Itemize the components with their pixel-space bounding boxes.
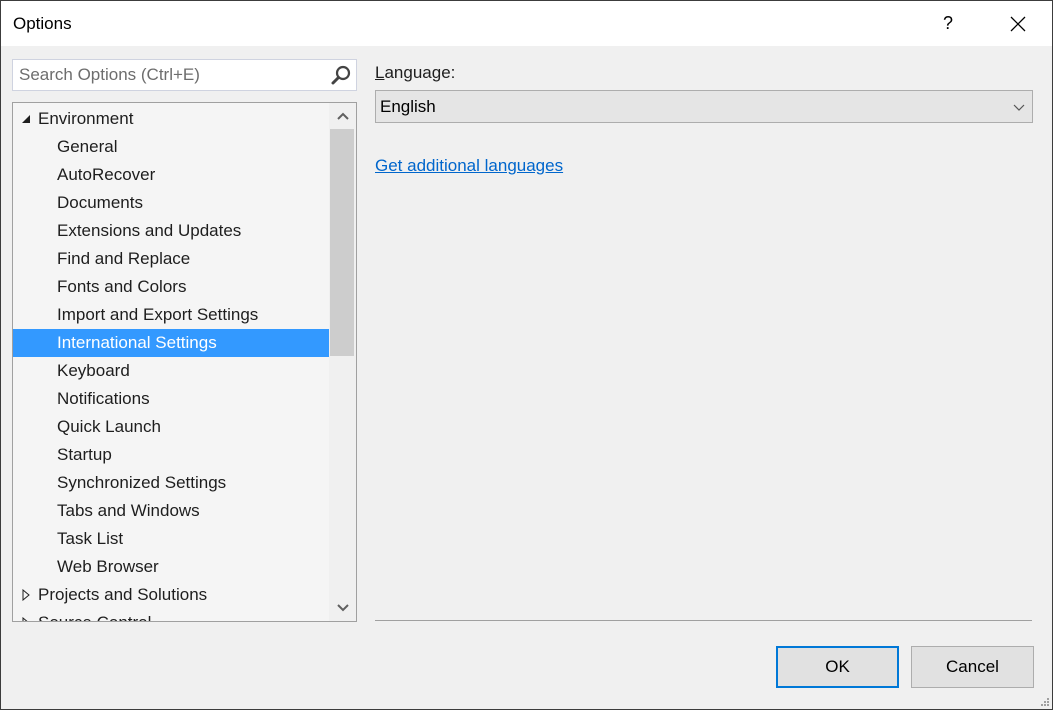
tree-item-label: Fonts and Colors (57, 277, 187, 296)
tree-item[interactable]: Web Browser (13, 553, 329, 581)
options-tree: Source Control Projects and Solutions Web … (12, 102, 357, 622)
tree-item[interactable]: Fonts and Colors (13, 273, 329, 301)
collapsed-triangle-icon[interactable] (20, 609, 32, 621)
tree-item-label: Import and Export Settings (57, 305, 259, 324)
language-label-text: anguage: (384, 63, 456, 82)
tree-item-label: International Settings (57, 333, 217, 352)
language-dropdown[interactable]: English (375, 90, 1033, 123)
tree-item-label: Notifications (57, 389, 150, 408)
footer-divider (375, 620, 1032, 621)
tree-item-label: Source Control (38, 609, 151, 621)
expanded-triangle-icon[interactable] (20, 105, 32, 133)
options-dialog: Options ? Source Control Projects and Sol… (0, 0, 1053, 710)
tree-item[interactable]: Import and Export Settings (13, 301, 329, 329)
tree-item[interactable]: Projects and Solutions (13, 581, 329, 609)
tree-scrollbar[interactable] (329, 103, 356, 621)
tree-item-label: Find and Replace (57, 249, 191, 268)
tree-item[interactable]: General (13, 133, 329, 161)
language-value: English (380, 97, 436, 116)
chevron-down-icon (1013, 104, 1025, 111)
tree-item[interactable]: Environment (13, 105, 329, 133)
resize-grip-icon[interactable] (1040, 697, 1050, 707)
tree-item-label: Environment (38, 109, 134, 128)
tree-item-label: Keyboard (57, 361, 130, 380)
search-box (12, 59, 357, 91)
tree-item[interactable]: Quick Launch (13, 413, 329, 441)
tree-item-label: AutoRecover (57, 165, 156, 184)
tree-item-label: Synchronized Settings (57, 473, 227, 492)
ok-button[interactable]: OK (776, 646, 899, 688)
tree-item-label: Projects and Solutions (38, 585, 208, 604)
close-icon (1010, 16, 1026, 31)
tree-item-label: Web Browser (57, 557, 159, 576)
tree-item[interactable]: Synchronized Settings (13, 469, 329, 497)
tree-item[interactable]: Source Control (13, 609, 329, 621)
tree-item-label: General (57, 137, 118, 156)
scroll-down-button[interactable] (329, 595, 356, 621)
collapsed-triangle-icon[interactable] (20, 581, 32, 609)
search-icon[interactable] (330, 64, 352, 86)
tree-item[interactable]: Find and Replace (13, 245, 329, 273)
tree-item[interactable]: Notifications (13, 385, 329, 413)
tree-item[interactable]: Task List (13, 525, 329, 553)
cancel-button[interactable]: Cancel (911, 646, 1034, 688)
tree-item-label: Documents (57, 193, 143, 212)
chevron-down-icon (336, 604, 349, 612)
tree-item-label: Extensions and Updates (57, 221, 242, 240)
tree-item[interactable]: Tabs and Windows (13, 497, 329, 525)
search-input[interactable] (19, 64, 319, 86)
scrollbar-thumb[interactable] (330, 129, 354, 356)
tree-item[interactable]: Keyboard (13, 357, 329, 385)
scroll-up-button[interactable] (329, 103, 356, 129)
tree-item[interactable]: International Settings (13, 329, 329, 357)
help-button[interactable]: ? (925, 1, 971, 46)
close-button[interactable] (995, 1, 1041, 46)
language-label: Language: (375, 63, 455, 83)
get-additional-languages-link[interactable]: Get additional languages (375, 156, 563, 176)
tree-item[interactable]: Documents (13, 189, 329, 217)
tree-item-label: Tabs and Windows (57, 501, 200, 520)
tree-item-label: Task List (57, 529, 124, 548)
dialog-title: Options (13, 14, 72, 33)
help-icon: ? (942, 13, 953, 33)
tree-item-label: Startup (57, 445, 112, 464)
chevron-up-icon (336, 112, 349, 120)
tree-item-label: Quick Launch (57, 417, 161, 436)
tree-item[interactable]: AutoRecover (13, 161, 329, 189)
tree-item[interactable]: Extensions and Updates (13, 217, 329, 245)
title-bar: Options ? (1, 1, 1052, 46)
tree-item[interactable]: Startup (13, 441, 329, 469)
